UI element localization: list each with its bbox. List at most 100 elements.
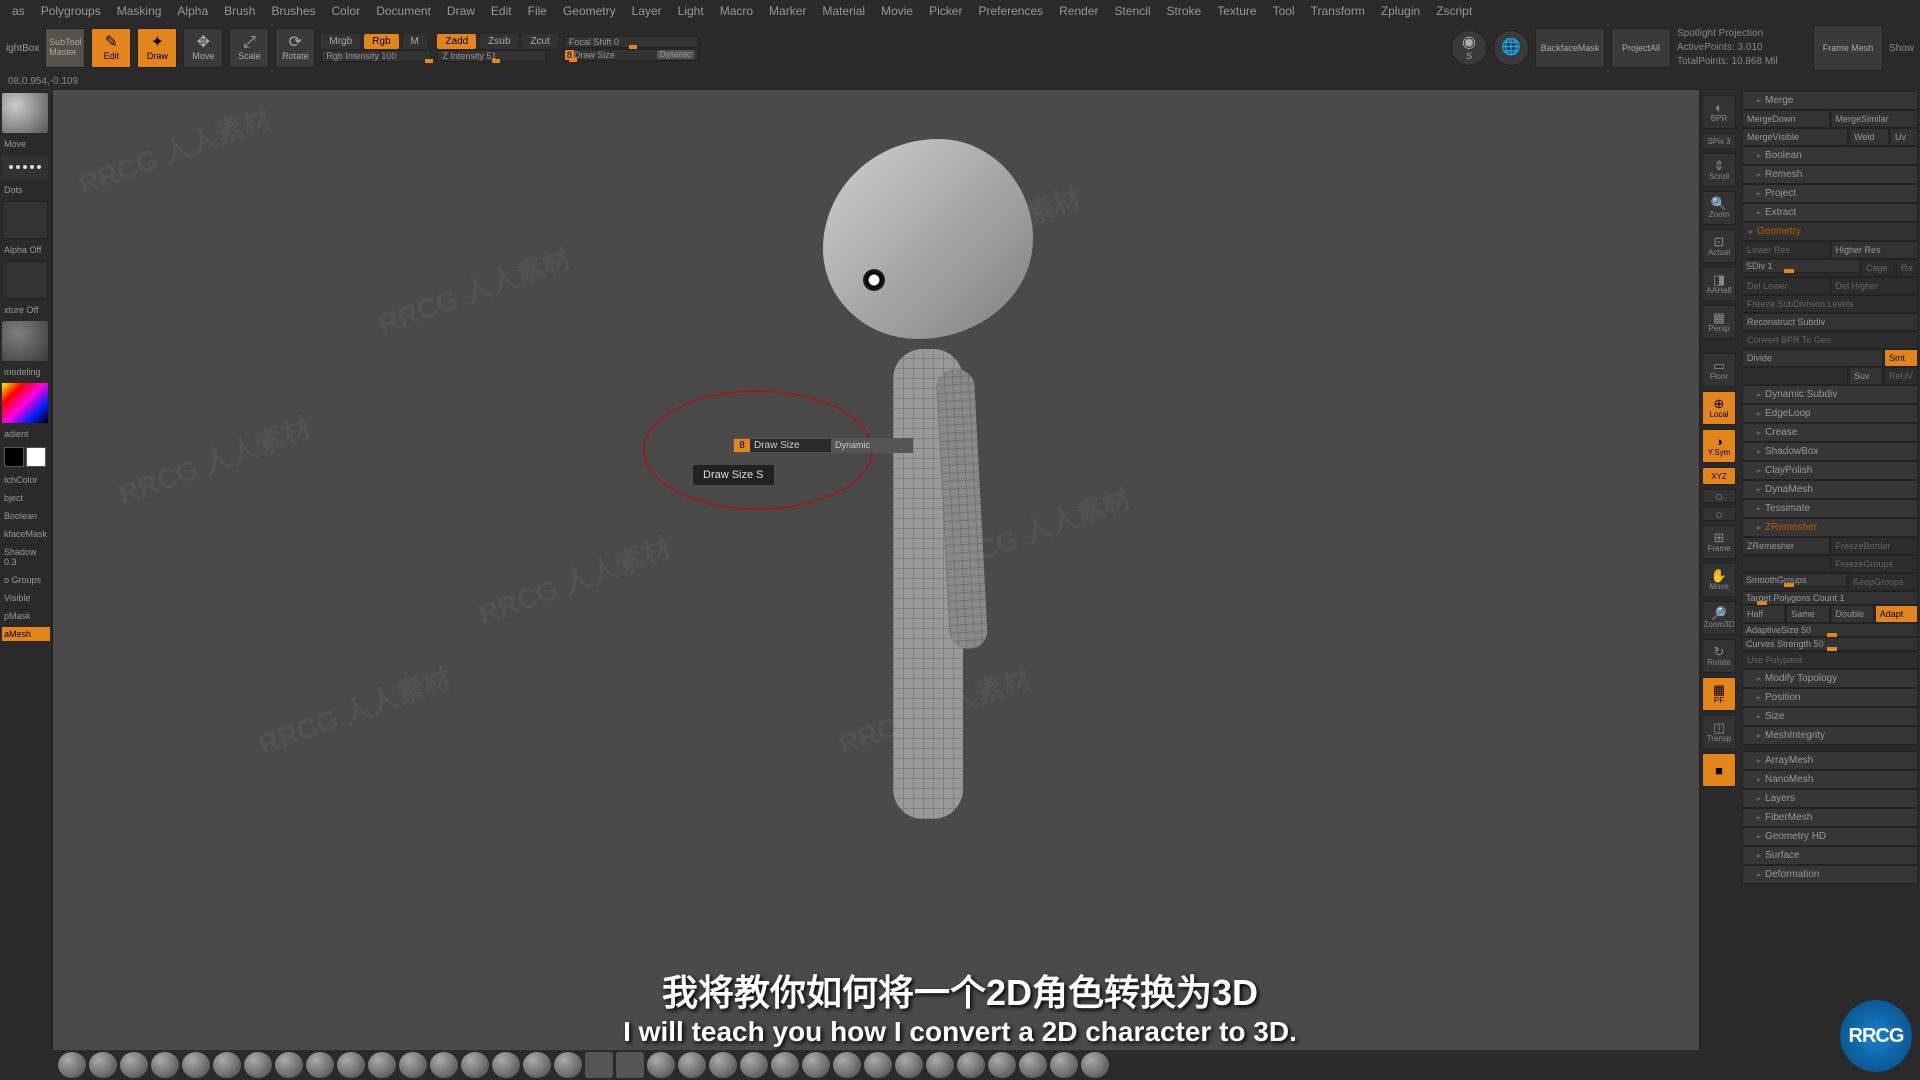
weld-btn[interactable]: Weld <box>1849 128 1889 146</box>
local-button[interactable]: ⊕Local <box>1702 391 1736 425</box>
adapt-btn[interactable]: Adapt <box>1875 605 1918 623</box>
brush-item[interactable] <box>833 1052 861 1078</box>
boolean-section[interactable]: Boolean <box>1742 146 1918 165</box>
menu-item[interactable]: Zplugin <box>1381 4 1420 18</box>
s-helper[interactable]: ◉S <box>1451 30 1487 66</box>
zcut-button[interactable]: Zcut <box>522 34 557 49</box>
brush-item[interactable] <box>151 1052 179 1078</box>
target-polycount-slider[interactable]: Target Polygons Count 1 <box>1742 591 1918 605</box>
lower-res-btn[interactable]: Lower Res <box>1742 241 1830 259</box>
swatch-white[interactable] <box>26 447 46 467</box>
groups-btn[interactable]: o Groups <box>2 573 50 587</box>
freeze-subdiv-btn[interactable]: Freeze SubDivision Levels <box>1742 295 1918 313</box>
menu-item[interactable]: Render <box>1059 4 1098 18</box>
move3d-button[interactable]: ✋Move <box>1702 563 1736 597</box>
geometry-section[interactable]: Geometry <box>1742 222 1918 241</box>
curves-strength-slider[interactable]: Curves Strength 50 <box>1742 637 1918 651</box>
menu-item[interactable]: as <box>12 4 25 18</box>
menu-item[interactable]: Tool <box>1273 4 1295 18</box>
object-label[interactable]: bject <box>2 491 50 505</box>
brush-item[interactable] <box>89 1052 117 1078</box>
double-btn[interactable]: Double <box>1831 605 1874 623</box>
mask-btn[interactable]: pMask <box>2 609 50 623</box>
focal-shift-slider[interactable]: Focal Shift 0 <box>564 36 699 48</box>
draw-size-slider[interactable]: 8 Draw Size Dynamic <box>564 49 699 61</box>
solo-button[interactable]: ■ <box>1702 753 1736 787</box>
zremesher-section[interactable]: ZRemesher <box>1742 518 1918 537</box>
smt-btn[interactable]: Smt <box>1884 349 1918 367</box>
brush-item[interactable] <box>988 1052 1016 1078</box>
zremesher-btn[interactable]: ZRemesher <box>1742 537 1830 555</box>
menu-item[interactable]: Macro <box>720 4 753 18</box>
menu-item[interactable]: Transform <box>1311 4 1365 18</box>
swatch-black[interactable] <box>4 447 24 467</box>
backfacemask-btn[interactable]: kfaceMask <box>2 527 50 541</box>
z-intensity-slider[interactable]: Z Intensity 51 <box>437 50 547 62</box>
dynamic-subdiv[interactable]: Dynamic Subdiv <box>1742 385 1918 404</box>
shadow-btn[interactable]: Shadow 0.3 <box>2 545 50 569</box>
subtool-master[interactable]: SubTool Master <box>45 28 85 68</box>
brush-item[interactable] <box>957 1052 985 1078</box>
bpr-button[interactable]: ◐BPR <box>1702 95 1736 129</box>
menu-item[interactable]: Draw <box>447 4 475 18</box>
brush-item[interactable] <box>709 1052 737 1078</box>
brush-item[interactable] <box>523 1052 551 1078</box>
adaptivesize-slider[interactable]: AdaptiveSize 50 <box>1742 623 1918 637</box>
move-mode[interactable]: ✥Move <box>183 28 223 68</box>
layers[interactable]: Layers <box>1742 789 1918 808</box>
brush-item[interactable] <box>337 1052 365 1078</box>
aahalf-button[interactable]: ◨AAHalf <box>1702 267 1736 301</box>
rgb-intensity-slider[interactable]: Rgb Intensity 100 <box>321 50 431 62</box>
menu-item[interactable]: Material <box>822 4 865 18</box>
stroke-preview[interactable] <box>2 155 48 179</box>
menu-item[interactable]: Preferences <box>978 4 1043 18</box>
scroll-button[interactable]: ⇕Scroll <box>1702 153 1736 187</box>
menu-item[interactable]: Layer <box>632 4 662 18</box>
menu-item[interactable]: Stroke <box>1167 4 1202 18</box>
freezegroups-btn[interactable]: FreezeGroups <box>1831 555 1919 573</box>
morph-uv[interactable]: 🌐 <box>1493 30 1529 66</box>
shadowbox[interactable]: ShadowBox <box>1742 442 1918 461</box>
brush-item[interactable] <box>120 1052 148 1078</box>
actual-button[interactable]: ⊡Actual <box>1702 229 1736 263</box>
transp-button[interactable]: ◫Transp <box>1702 715 1736 749</box>
menu-item[interactable]: Texture <box>1217 4 1256 18</box>
brush-item[interactable] <box>616 1052 644 1078</box>
mesh-btn[interactable]: aMesh <box>2 627 50 641</box>
brush-preview[interactable] <box>2 93 48 133</box>
project-all[interactable]: ProjectAll <box>1611 28 1671 68</box>
arraymesh[interactable]: ArrayMesh <box>1742 751 1918 770</box>
mergedown-btn[interactable]: MergeDown <box>1742 110 1830 128</box>
cage-btn[interactable]: Cage <box>1861 259 1895 277</box>
color-picker[interactable] <box>2 383 48 423</box>
position[interactable]: Position <box>1742 688 1918 707</box>
ysym-button[interactable]: ◑Y.Sym <box>1702 429 1736 463</box>
deformation[interactable]: Deformation <box>1742 865 1918 884</box>
floor-button[interactable]: ▭Floor <box>1702 353 1736 387</box>
project-section[interactable]: Project <box>1742 184 1918 203</box>
alpha-slot[interactable] <box>2 201 48 239</box>
mergesimilar-btn[interactable]: MergeSimilar <box>1831 110 1919 128</box>
half-btn[interactable]: Half <box>1742 605 1785 623</box>
edit-mode[interactable]: ✎Edit <box>91 28 131 68</box>
show-label[interactable]: Show <box>1889 43 1914 54</box>
menu-item[interactable]: Document <box>376 4 431 18</box>
sdiv-slider[interactable]: SDiv 1 <box>1742 259 1860 273</box>
axis-x[interactable]: ○ <box>1702 489 1736 503</box>
brush-item[interactable] <box>740 1052 768 1078</box>
lightbox-button[interactable]: ightBox <box>6 43 39 54</box>
merge-section[interactable]: Merge <box>1742 91 1918 110</box>
brush-item[interactable] <box>492 1052 520 1078</box>
extract-section[interactable]: Extract <box>1742 203 1918 222</box>
visible-btn[interactable]: Visible <box>2 591 50 605</box>
brush-item[interactable] <box>1050 1052 1078 1078</box>
brush-item[interactable] <box>585 1052 613 1078</box>
boolean-btn[interactable]: Boolean <box>2 509 50 523</box>
menu-item[interactable]: Geometry <box>563 4 616 18</box>
brush-item[interactable] <box>461 1052 489 1078</box>
mergevisible-btn[interactable]: MergeVisible <box>1742 128 1848 146</box>
texture-slot[interactable] <box>2 261 48 299</box>
brush-item[interactable] <box>306 1052 334 1078</box>
brush-item[interactable] <box>771 1052 799 1078</box>
menu-item[interactable]: Polygroups <box>41 4 101 18</box>
